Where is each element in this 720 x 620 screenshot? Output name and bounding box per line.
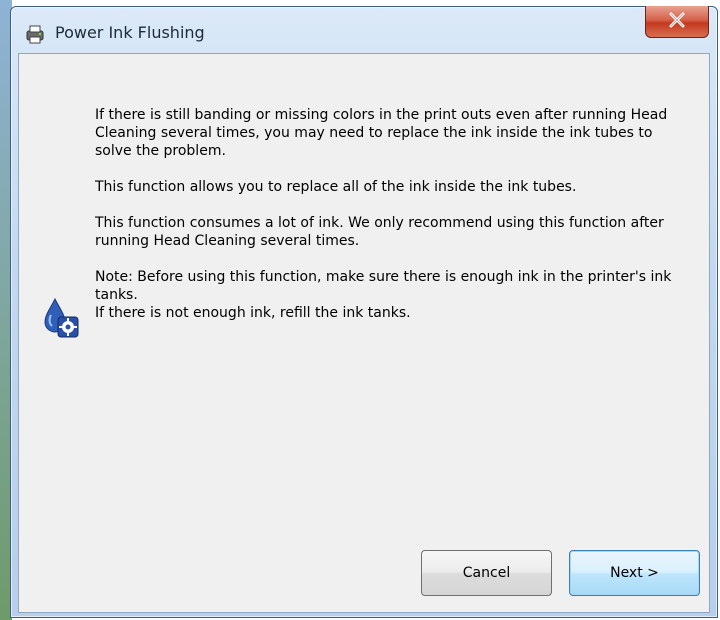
cancel-button[interactable]: Cancel [421, 550, 552, 596]
ink-drop-gear-icon [41, 297, 81, 341]
window-title: Power Ink Flushing [55, 23, 205, 42]
message-text: If there is still banding or missing col… [95, 106, 675, 322]
title-bar[interactable]: Power Ink Flushing [11, 6, 717, 57]
dialog-content-area: If there is still banding or missing col… [18, 53, 710, 613]
message-paragraph: This function consumes a lot of ink. We … [95, 215, 664, 249]
next-button[interactable]: Next > [569, 550, 700, 596]
note-text: Note: Before using this function, make s… [95, 269, 672, 303]
dialog-window: Power Ink Flushing If there is still ban… [10, 6, 718, 618]
note-paragraph: Note: Before using this function, make s… [95, 268, 675, 322]
printer-gear-icon [24, 23, 46, 45]
message-paragraph: If there is still banding or missing col… [95, 107, 668, 159]
note-text: If there is not enough ink, refill the i… [95, 305, 411, 321]
close-button[interactable] [645, 6, 709, 38]
message-paragraph: This function allows you to replace all … [95, 179, 577, 195]
close-x-icon [668, 12, 686, 32]
